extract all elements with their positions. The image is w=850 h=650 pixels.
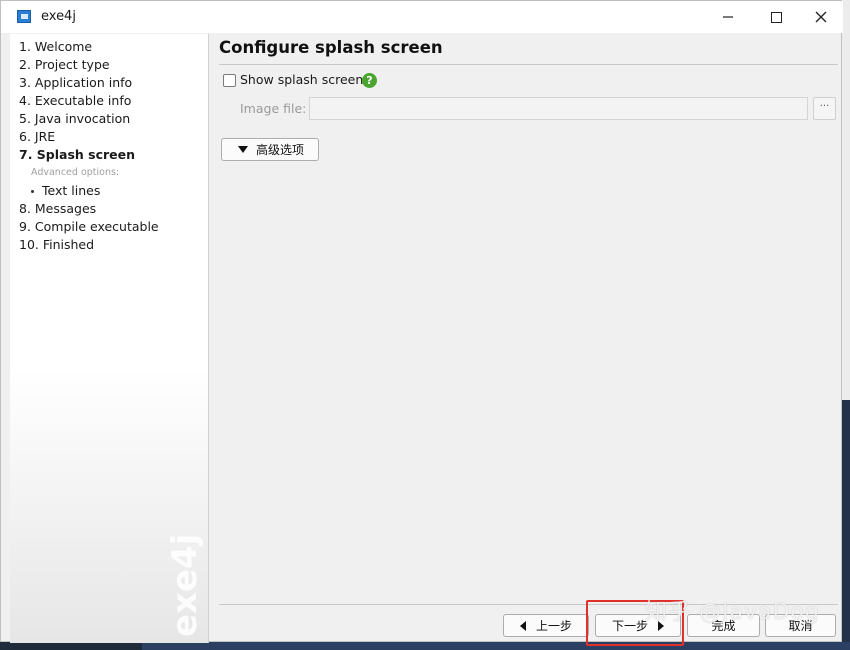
close-icon [815, 11, 827, 23]
page-title: Configure splash screen [219, 38, 443, 57]
sidebar-step-splash-screen[interactable]: 7. Splash screen [19, 147, 135, 162]
zhihu-watermark: 知乎 @JavaDog [645, 600, 820, 625]
sidebar-substep-label: Text lines [42, 183, 101, 198]
sidebar-substep-text-lines[interactable]: Text lines [31, 183, 100, 198]
maximize-button[interactable] [753, 1, 799, 33]
minimize-button[interactable] [705, 1, 751, 33]
window-title: exe4j [41, 9, 76, 24]
sidebar-step-java-invocation[interactable]: 5. Java invocation [19, 111, 130, 126]
exe4j-app-icon [17, 10, 31, 23]
sidebar-step-application-info[interactable]: 3. Application info [19, 75, 132, 90]
triangle-left-icon [519, 620, 526, 631]
image-file-input[interactable] [309, 97, 808, 120]
sidebar-step-messages[interactable]: 8. Messages [19, 201, 96, 216]
advanced-options-button[interactable]: 高级选项 [221, 138, 319, 161]
exe4j-window: exe4j 1. Welcome 2. Project type 3. Appl… [0, 0, 843, 643]
sidebar-step-executable-info[interactable]: 4. Executable info [19, 93, 131, 108]
show-splash-checkbox[interactable] [223, 74, 236, 87]
advanced-options-header: Advanced options: [31, 167, 120, 178]
advanced-options-label: 高级选项 [256, 143, 305, 157]
browse-button[interactable]: ··· [813, 97, 836, 120]
back-button[interactable]: 上一步 [503, 614, 589, 637]
minimize-icon [723, 16, 733, 18]
watermark-logo-text: exe4j [165, 534, 205, 637]
exe4j-watermark-logo: exe4j [165, 534, 205, 637]
title-bar: exe4j [1, 1, 843, 33]
close-button[interactable] [798, 1, 844, 33]
maximize-icon [770, 11, 782, 23]
back-label: 上一步 [535, 619, 572, 633]
title-divider [219, 64, 838, 65]
bullet-icon [31, 190, 34, 193]
wizard-steps-sidebar: 1. Welcome 2. Project type 3. Applicatio… [10, 34, 209, 643]
sidebar-step-welcome[interactable]: 1. Welcome [19, 39, 92, 54]
help-icon[interactable]: ? [362, 73, 377, 88]
main-panel: Configure splash screen Show splash scre… [209, 34, 843, 643]
sidebar-step-jre[interactable]: 6. JRE [19, 129, 55, 144]
triangle-down-icon [238, 146, 248, 153]
background-editor-strip [142, 642, 850, 650]
sidebar-step-project-type[interactable]: 2. Project type [19, 57, 110, 72]
sidebar-step-compile-executable[interactable]: 9. Compile executable [19, 219, 159, 234]
background-editor [842, 400, 850, 650]
image-file-label: Image file: [240, 101, 307, 116]
sidebar-step-finished[interactable]: 10. Finished [19, 237, 94, 252]
show-splash-label[interactable]: Show splash screen [240, 72, 363, 87]
